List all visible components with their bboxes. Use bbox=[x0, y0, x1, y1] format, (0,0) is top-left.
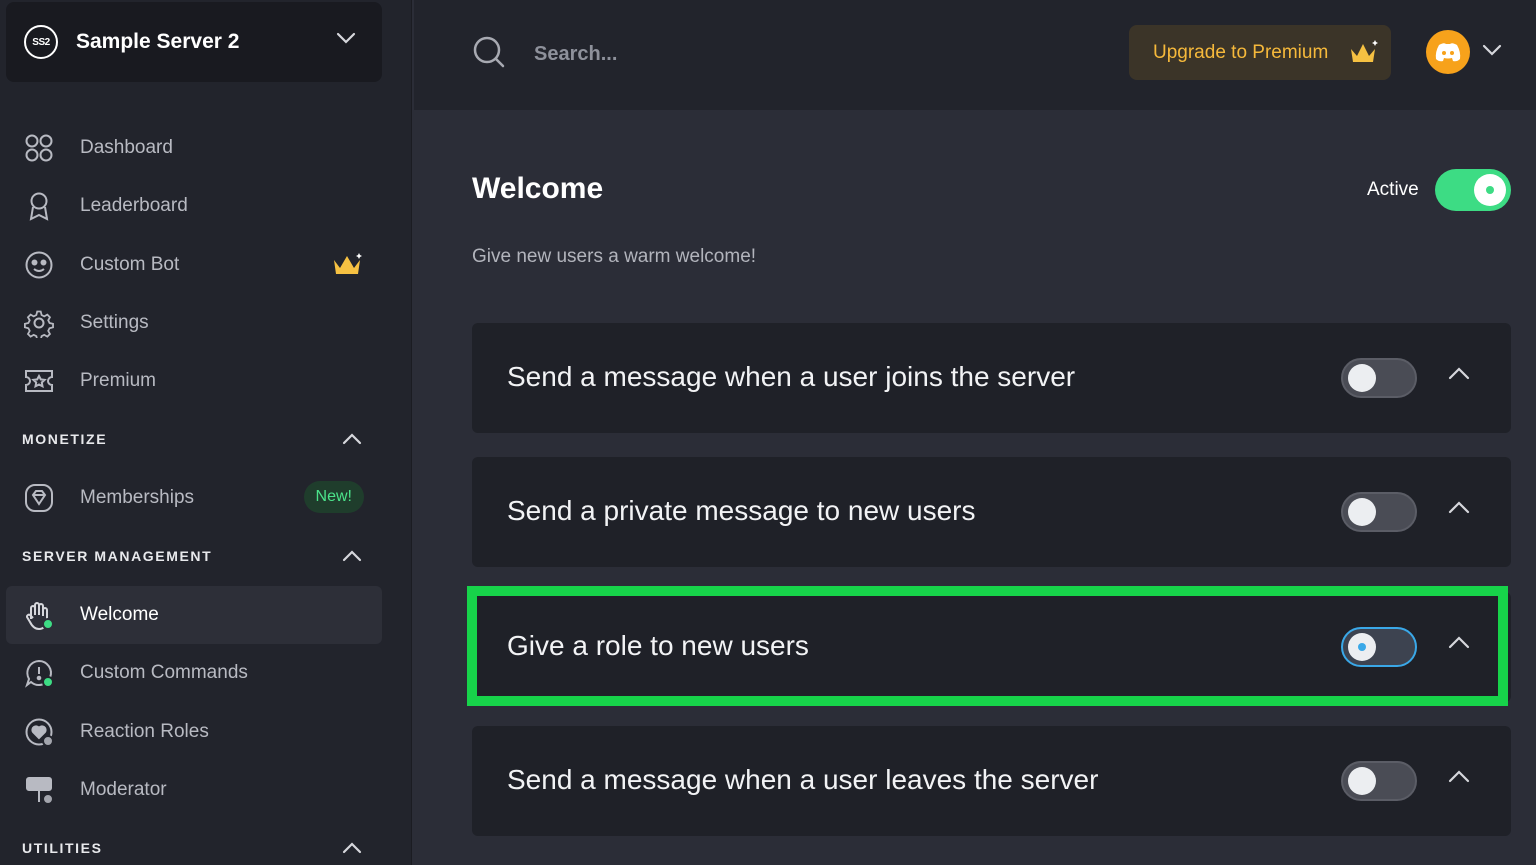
active-label: Active bbox=[1367, 179, 1419, 200]
option-label: Send a private message to new users bbox=[507, 495, 976, 526]
chevron-up-icon[interactable] bbox=[1448, 501, 1470, 514]
option-label: Give a role to new users bbox=[507, 630, 809, 661]
page-subtitle: Give new users a warm welcome! bbox=[472, 246, 757, 267]
page-title: Welcome bbox=[472, 172, 604, 205]
sidebar-item-label: Premium bbox=[80, 370, 157, 391]
sidebar-item-welcome[interactable]: Welcome bbox=[6, 586, 382, 644]
new-badge: New! bbox=[303, 481, 364, 513]
sidebar-item-memberships[interactable]: Memberships New! bbox=[6, 469, 382, 527]
section-title: UTILITIES bbox=[22, 840, 103, 856]
upgrade-to-premium-button[interactable]: Upgrade to Premium bbox=[1129, 25, 1391, 80]
toggle-knob bbox=[1348, 364, 1376, 392]
section-monetize[interactable]: MONETIZE bbox=[22, 427, 362, 451]
bot-face-icon bbox=[22, 248, 56, 282]
chevron-down-icon[interactable] bbox=[1482, 44, 1502, 56]
option-label: Send a message when a user leaves the se… bbox=[507, 764, 1099, 795]
gem-icon bbox=[22, 481, 56, 515]
gear-icon bbox=[22, 306, 56, 340]
sidebar-item-label: Settings bbox=[80, 312, 149, 333]
dashboard-icon bbox=[22, 131, 56, 165]
section-title: MONETIZE bbox=[22, 431, 108, 447]
search-icon[interactable] bbox=[472, 35, 506, 69]
chevron-up-icon[interactable] bbox=[342, 550, 362, 562]
upgrade-label: Upgrade to Premium bbox=[1153, 41, 1329, 63]
status-dot bbox=[42, 793, 54, 805]
sidebar-item-label: Dashboard bbox=[80, 137, 173, 158]
section-server-management[interactable]: SERVER MANAGEMENT bbox=[22, 544, 362, 568]
sidebar-item-reaction-roles[interactable]: Reaction Roles bbox=[6, 703, 382, 761]
toggle-knob bbox=[1348, 767, 1376, 795]
toggle-knob bbox=[1474, 174, 1506, 206]
sidebar-item-leaderboard[interactable]: Leaderboard bbox=[6, 177, 382, 235]
option-toggle[interactable] bbox=[1341, 627, 1417, 667]
status-dot bbox=[42, 618, 54, 630]
sidebar-item-dashboard[interactable]: Dashboard bbox=[6, 119, 382, 177]
server-icon: SS2 bbox=[24, 25, 58, 59]
chevron-up-icon[interactable] bbox=[1448, 636, 1470, 649]
waving-hand-icon bbox=[22, 598, 56, 632]
sidebar-item-moderator[interactable]: Moderator bbox=[6, 761, 382, 819]
chevron-up-icon[interactable] bbox=[1448, 367, 1470, 380]
option-card-private-message[interactable]: Send a private message to new users bbox=[472, 457, 1511, 567]
chevron-up-icon[interactable] bbox=[1448, 770, 1470, 783]
server-name: Sample Server 2 bbox=[76, 30, 240, 53]
option-card-join-message[interactable]: Send a message when a user joins the ser… bbox=[472, 323, 1511, 433]
option-toggle[interactable] bbox=[1341, 492, 1417, 532]
sidebar-item-custom-commands[interactable]: Custom Commands bbox=[6, 644, 382, 702]
search-input[interactable] bbox=[534, 36, 1034, 72]
option-card-give-role[interactable]: Give a role to new users bbox=[472, 592, 1511, 702]
sidebar-item-custom-bot[interactable]: Custom Bot bbox=[6, 236, 382, 294]
crown-icon bbox=[334, 253, 362, 274]
crown-icon bbox=[1351, 40, 1378, 62]
ticket-star-icon bbox=[22, 364, 56, 398]
exclamation-bubble-icon bbox=[22, 656, 56, 690]
heart-bubble-icon bbox=[22, 715, 56, 749]
sidebar-item-label: Custom Commands bbox=[80, 662, 248, 683]
option-label: Send a message when a user joins the ser… bbox=[507, 361, 1076, 392]
section-title: SERVER MANAGEMENT bbox=[22, 548, 213, 564]
chevron-up-icon[interactable] bbox=[342, 842, 362, 854]
hammer-icon bbox=[22, 773, 56, 807]
top-bar: Upgrade to Premium bbox=[414, 0, 1536, 110]
toggle-knob bbox=[1348, 498, 1376, 526]
option-toggle[interactable] bbox=[1341, 761, 1417, 801]
sidebar-item-label: Moderator bbox=[80, 779, 167, 800]
chevron-up-icon[interactable] bbox=[342, 433, 362, 445]
option-card-leave-message[interactable]: Send a message when a user leaves the se… bbox=[472, 726, 1511, 836]
medal-icon bbox=[22, 189, 56, 223]
option-toggle[interactable] bbox=[1341, 358, 1417, 398]
sidebar-item-label: Welcome bbox=[80, 604, 159, 625]
module-active-toggle[interactable] bbox=[1435, 169, 1511, 211]
sidebar-item-label: Custom Bot bbox=[80, 254, 180, 275]
avatar[interactable] bbox=[1426, 30, 1470, 74]
discord-logo-icon bbox=[1435, 43, 1461, 62]
chevron-down-icon bbox=[336, 32, 356, 44]
server-selector[interactable]: SS2 Sample Server 2 bbox=[6, 2, 382, 82]
sidebar-item-settings[interactable]: Settings bbox=[6, 294, 382, 352]
sidebar-item-label: Reaction Roles bbox=[80, 721, 209, 742]
sidebar-item-label: Memberships bbox=[80, 487, 195, 508]
sidebar-item-label: Leaderboard bbox=[80, 195, 188, 216]
sidebar-item-premium[interactable]: Premium bbox=[6, 352, 382, 410]
sidebar: SS2 Sample Server 2 Dashboard Leaderboar… bbox=[0, 0, 412, 865]
status-dot bbox=[42, 735, 54, 747]
status-dot bbox=[42, 676, 54, 688]
toggle-knob bbox=[1348, 633, 1376, 661]
section-utilities[interactable]: UTILITIES bbox=[22, 836, 362, 860]
